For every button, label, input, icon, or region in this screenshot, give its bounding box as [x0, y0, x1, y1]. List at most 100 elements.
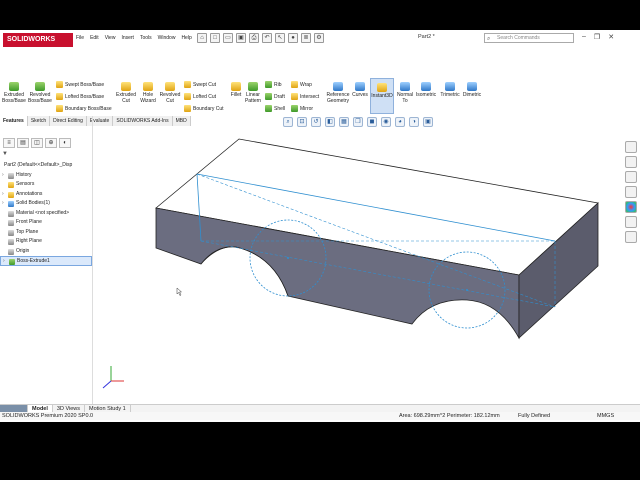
mirror-button[interactable]: Mirror: [291, 105, 313, 112]
intersect-button[interactable]: Intersect: [291, 93, 319, 100]
quick-access-toolbar: ⌂ □ ▭ ▣ ⎙ ↶ ↖ ● ≣ ⚙: [197, 33, 324, 43]
tab-mbd[interactable]: MBD: [172, 116, 191, 126]
extruded-boss-button[interactable]: Extruded Boss/Base: [2, 82, 26, 104]
model-view[interactable]: [93, 126, 625, 402]
custom-properties-icon[interactable]: [625, 216, 637, 228]
display-manager-icon[interactable]: ◐: [59, 138, 71, 148]
restore-icon[interactable]: ❐: [594, 33, 600, 41]
swept-boss-icon: [56, 81, 63, 88]
boundary-boss-button[interactable]: Boundary Boss/Base: [56, 105, 112, 112]
menu-tools[interactable]: Tools: [140, 35, 152, 41]
home-icon[interactable]: ⌂: [197, 33, 207, 43]
lofted-boss-icon: [56, 93, 63, 100]
search-placeholder: Search Commands: [497, 35, 540, 41]
tab-solidworks-add-ins[interactable]: SOLIDWORKS Add-Ins: [113, 116, 173, 126]
tree-item-sensors[interactable]: Sensors: [0, 180, 92, 190]
appearances-icon[interactable]: [625, 201, 637, 213]
file-properties-icon[interactable]: ≣: [301, 33, 311, 43]
expand-icon[interactable]: ›: [2, 190, 4, 200]
tree-item-top-plane[interactable]: Top Plane: [0, 228, 92, 238]
solidworks-forum-icon[interactable]: [625, 231, 637, 243]
dimxpert-icon[interactable]: ⊕: [45, 138, 57, 148]
tab-evaluate[interactable]: Evaluate: [86, 116, 114, 126]
tree-item-annotations[interactable]: › Annotations: [0, 190, 92, 200]
tab-3d-views[interactable]: 3D Views: [53, 405, 86, 412]
revolved-cut-button[interactable]: Revolved Cut: [159, 82, 181, 104]
plane-icon: [8, 220, 14, 226]
window-controls: – ❐ ✕: [582, 33, 614, 41]
tree-item-history[interactable]: › History: [0, 171, 92, 181]
status-measure: Area: 698.29mm^2 Perimeter: 182.12mm: [399, 413, 500, 419]
linear-pattern-button[interactable]: Linear Pattern: [243, 82, 263, 104]
menu-insert[interactable]: Insert: [121, 35, 134, 41]
tab-features[interactable]: Features: [0, 116, 28, 126]
menu-edit[interactable]: Edit: [90, 35, 99, 41]
resources-icon[interactable]: [625, 141, 637, 153]
expand-icon[interactable]: ›: [3, 257, 5, 265]
tree-item-right-plane[interactable]: Right Plane: [0, 237, 92, 247]
curves-button[interactable]: Curves: [351, 82, 369, 98]
save-icon[interactable]: ▣: [236, 33, 246, 43]
feature-tree-icon[interactable]: ≡: [3, 138, 15, 148]
swept-boss-button[interactable]: Swept Boss/Base: [56, 81, 104, 88]
tab-scroll-arrows[interactable]: [0, 405, 28, 412]
tab-motion-study-1[interactable]: Motion Study 1: [85, 405, 131, 412]
menu-file[interactable]: File: [76, 35, 84, 41]
isometric-button[interactable]: Isometric: [414, 82, 438, 98]
instant3d-button[interactable]: Instant3D: [370, 78, 394, 114]
rib-button[interactable]: Rib: [265, 81, 282, 88]
menu-window[interactable]: Window: [158, 35, 176, 41]
curves-icon: [355, 82, 365, 91]
expand-icon[interactable]: ›: [2, 199, 4, 209]
fillet-button[interactable]: Fillet: [228, 82, 244, 98]
dimetric-button[interactable]: Dimetric: [461, 82, 483, 98]
status-units[interactable]: MMGS: [597, 412, 614, 420]
menu-help[interactable]: Help: [181, 35, 191, 41]
tree-item-front-plane[interactable]: Front Plane: [0, 218, 92, 228]
close-icon[interactable]: ✕: [608, 33, 614, 41]
hole-wizard-button[interactable]: Hole Wizard: [138, 82, 158, 104]
feature-tree: Part2 (Default<<Default>_Disp › History S…: [0, 161, 92, 266]
draft-button[interactable]: Draft: [265, 93, 285, 100]
lofted-cut-button[interactable]: Lofted Cut: [184, 93, 216, 100]
expand-icon[interactable]: ›: [2, 171, 4, 181]
design-library-icon[interactable]: [625, 156, 637, 168]
view-palette-icon[interactable]: [625, 186, 637, 198]
revolved-boss-button[interactable]: Revolved Boss/Base: [28, 82, 52, 104]
rebuild-icon[interactable]: ●: [288, 33, 298, 43]
trimetric-button[interactable]: Trimetric: [438, 82, 462, 98]
graphics-area[interactable]: [93, 126, 625, 402]
options-icon[interactable]: ⚙: [314, 33, 324, 43]
reference-geometry-button[interactable]: Reference Geometry: [325, 82, 351, 104]
wrap-button[interactable]: Wrap: [291, 81, 312, 88]
select-icon[interactable]: ↖: [275, 33, 285, 43]
tab-model[interactable]: Model: [28, 405, 53, 412]
tree-item-solid-bodies[interactable]: › Solid Bodies(1): [0, 199, 92, 209]
print-icon[interactable]: ⎙: [249, 33, 259, 43]
boundary-cut-button[interactable]: Boundary Cut: [184, 105, 224, 112]
menu-view[interactable]: View: [105, 35, 116, 41]
material-icon: [8, 210, 14, 217]
tab-direct-editing[interactable]: Direct Editing: [50, 116, 87, 126]
shell-button[interactable]: Shell: [265, 105, 285, 112]
tree-item-boss-extrude1[interactable]: › Boss-Extrude1: [0, 256, 92, 266]
configuration-manager-icon[interactable]: ◫: [31, 138, 43, 148]
swept-cut-button[interactable]: Swept Cut: [184, 81, 216, 88]
lofted-boss-button[interactable]: Lofted Boss/Base: [56, 93, 104, 100]
tree-root-part[interactable]: Part2 (Default<<Default>_Disp: [0, 161, 92, 171]
tab-sketch[interactable]: Sketch: [27, 116, 51, 126]
file-explorer-icon[interactable]: [625, 171, 637, 183]
tree-item-material[interactable]: Material <not specified>: [0, 209, 92, 219]
property-manager-icon[interactable]: ▤: [17, 138, 29, 148]
search-commands-input[interactable]: ⌕ Search Commands: [484, 33, 574, 43]
tree-item-origin[interactable]: Origin: [0, 247, 92, 257]
undo-icon[interactable]: ↶: [262, 33, 272, 43]
minimize-icon[interactable]: –: [582, 33, 586, 41]
extruded-cut-button[interactable]: Extruded Cut: [115, 82, 137, 104]
filter-icon[interactable]: ▼: [2, 151, 8, 157]
new-document-icon[interactable]: □: [210, 33, 220, 43]
status-version: SOLIDWORKS Premium 2020 SP0.0: [2, 413, 94, 419]
open-icon[interactable]: ▭: [223, 33, 233, 43]
reference-geometry-icon: [333, 82, 343, 91]
normal-to-button[interactable]: Normal To: [396, 82, 414, 104]
